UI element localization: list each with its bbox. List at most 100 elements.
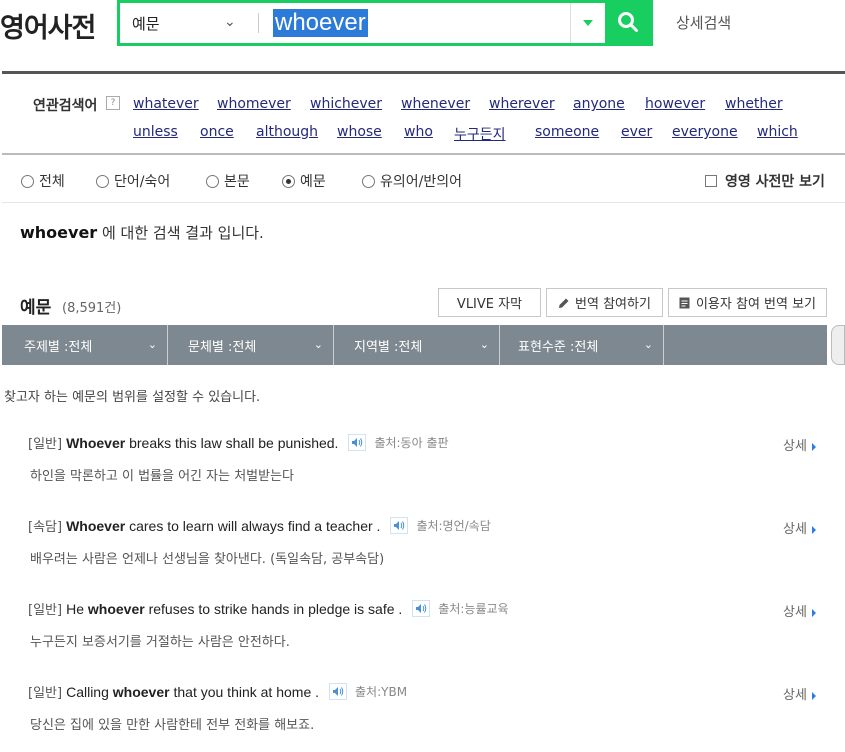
search-scope-select[interactable]: 예문 ⌄ (120, 3, 255, 43)
related-keyword[interactable]: someone (535, 124, 599, 140)
translate-participate-button[interactable]: 번역 참여하기 (546, 288, 663, 317)
filter-label: 표현수준 (518, 339, 566, 355)
radio-button[interactable] (206, 174, 219, 188)
level-filter-dropdown[interactable]: 표현수준 :전체 ⌄ (500, 325, 663, 365)
search-input[interactable]: whoever (273, 9, 368, 37)
example-filter-bar: 주제별 :전체 ⌄ 문체별 :전체 ⌄ 지역별 :전체 ⌄ 표현수준 :전체 ⌄ (2, 325, 827, 365)
document-icon (679, 297, 690, 308)
radio-button[interactable] (362, 174, 375, 188)
translation: 하인을 막론하고 이 법률을 어긴 자는 처벌받는다 (30, 469, 294, 484)
related-keyword[interactable]: which (757, 124, 798, 140)
filter-hint: 찾고자 하는 예문의 범위를 설정할 수 있습니다. (4, 390, 261, 405)
category-tag: [일반] (28, 437, 63, 452)
related-keyword[interactable]: whichever (310, 96, 382, 112)
checkbox-label: 영영 사전만 보기 (725, 174, 825, 190)
dictionary-logo[interactable]: 영어사전 (0, 6, 96, 45)
related-keyword[interactable]: unless (133, 124, 178, 140)
chevron-down-icon: ⌄ (313, 338, 323, 351)
sentence-pre: Calling (66, 683, 113, 700)
vlive-subtitle-button[interactable]: VLIVE 자막 (438, 288, 541, 317)
category-tag: [일반] (28, 603, 63, 618)
filter-radio-body[interactable]: 본문 (206, 171, 250, 191)
filter-label: 주제별 (24, 339, 60, 355)
filter-radio-synonym[interactable]: 유의어/반의어 (362, 171, 462, 191)
filter-radio-examples[interactable]: 예문 (282, 171, 326, 191)
style-filter-dropdown[interactable]: 문체별 :전체 ⌄ (168, 325, 333, 365)
result-message: whoever 에 대한 검색 결과 입니다. (20, 222, 264, 243)
sentence-post: breaks this law shall be punished. (125, 434, 339, 451)
checkbox[interactable] (705, 175, 717, 187)
related-keyword[interactable]: whomever (217, 96, 291, 112)
filter-label: 문체별 (188, 339, 224, 355)
divider (2, 202, 845, 203)
examples-count: (8,591건) (62, 301, 122, 316)
chevron-down-icon: ⌄ (643, 338, 653, 351)
user-translation-view-button[interactable]: 이용자 참여 번역 보기 (668, 288, 827, 317)
related-keyword[interactable]: wherever (489, 96, 555, 112)
region-filter-dropdown[interactable]: 지역별 :전체 ⌄ (334, 325, 499, 365)
example-sentence: [일반] He whoever refuses to strike hands … (28, 599, 509, 618)
topic-filter-dropdown[interactable]: 주제별 :전체 ⌄ (2, 325, 167, 365)
related-keyword[interactable]: 누구든지 (454, 124, 506, 144)
autocomplete-toggle[interactable] (570, 3, 606, 43)
detail-link[interactable]: 상세 (783, 435, 816, 454)
related-keyword[interactable]: who (404, 124, 433, 140)
related-keyword[interactable]: whether (725, 96, 783, 112)
detail-label: 상세 (783, 439, 807, 454)
result-text: 에 대한 검색 결과 입니다. (101, 224, 264, 242)
sentence-keyword: whoever (112, 683, 170, 700)
speaker-icon[interactable] (412, 600, 431, 617)
radio-button[interactable] (96, 174, 109, 188)
filter-label: 단어/숙어 (114, 174, 171, 190)
search-scope-value: 예문 (132, 14, 160, 33)
related-keyword[interactable]: everyone (672, 124, 738, 140)
filter-value: :전체 (228, 339, 257, 355)
related-keyword[interactable]: however (645, 96, 705, 112)
translation: 누구든지 보증서기를 거절하는 사람은 안전하다. (30, 635, 290, 650)
button-label: 이용자 참여 번역 보기 (695, 297, 817, 312)
detail-link[interactable]: 상세 (783, 518, 816, 537)
speaker-icon[interactable] (348, 434, 367, 451)
filter-label: 전체 (39, 174, 65, 190)
result-keyword: whoever (20, 223, 98, 242)
speaker-icon[interactable] (390, 517, 409, 534)
arrow-right-icon (811, 691, 816, 700)
search-box: 예문 ⌄ whoever (117, 0, 653, 46)
scroll-handle[interactable] (831, 325, 845, 365)
detail-search-link[interactable]: 상세검색 (676, 12, 731, 33)
related-keyword[interactable]: whatever (133, 96, 199, 112)
examples-title: 예문 (20, 298, 52, 318)
detail-link[interactable]: 상세 (783, 601, 816, 620)
related-keyword[interactable]: ever (621, 124, 652, 140)
filter-radio-all[interactable]: 전체 (21, 171, 65, 191)
related-keyword[interactable]: whose (337, 124, 382, 140)
sentence-keyword: Whoever (66, 517, 126, 534)
arrow-right-icon (811, 608, 816, 617)
related-keyword[interactable]: anyone (573, 96, 625, 112)
chevron-down-icon: ⌄ (147, 338, 157, 351)
detail-label: 상세 (783, 522, 807, 537)
header-divider (2, 71, 845, 74)
filter-radio-word-idiom[interactable]: 단어/숙어 (96, 171, 170, 191)
radio-button[interactable] (21, 174, 34, 188)
help-icon[interactable]: ? (106, 96, 120, 110)
divider (663, 325, 664, 365)
radio-button-selected[interactable] (282, 174, 295, 188)
en-en-only-toggle[interactable]: 영영 사전만 보기 (705, 171, 825, 191)
translation: 배우려는 사람은 언제나 선생님을 찾아낸다. (독일속담, 공부속담) (30, 552, 385, 567)
detail-link[interactable]: 상세 (783, 684, 816, 703)
filter-label: 예문 (300, 174, 326, 190)
example-sentence: [일반] Whoever breaks this law shall be pu… (28, 433, 449, 452)
related-keyword[interactable]: whenever (401, 96, 470, 112)
filter-label: 유의어/반의어 (380, 174, 462, 190)
search-button[interactable] (605, 0, 653, 46)
filter-value: :전체 (394, 339, 423, 355)
source-label: 출처:YBM (355, 685, 408, 699)
speaker-icon[interactable] (329, 683, 348, 700)
filter-value: :전체 (569, 339, 599, 355)
sentence-post: that you think at home . (169, 683, 320, 700)
related-keyword[interactable]: although (256, 124, 318, 140)
category-tag: [일반] (28, 686, 63, 701)
search-icon (618, 12, 638, 32)
related-keyword[interactable]: once (200, 124, 234, 140)
